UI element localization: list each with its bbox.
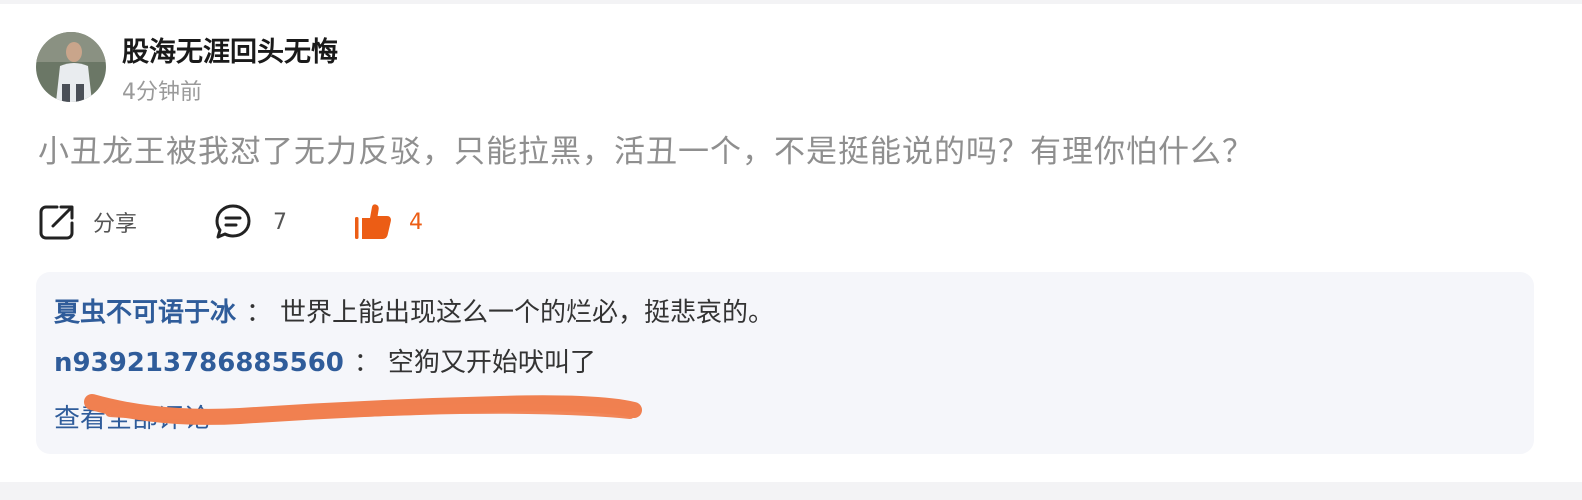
comments-preview: 夏虫不可语于冰：世界上能出现这么一个的烂必，挺悲哀的。 n93921378688… xyxy=(36,272,1534,454)
like-button[interactable]: 4 xyxy=(353,200,423,244)
commenter-name[interactable]: n939213786885560 xyxy=(54,348,344,378)
comment-separator: ： xyxy=(246,298,273,328)
comment-item: 夏虫不可语于冰 ：世界上能出现这么一个的烂必，挺悲哀的。 xyxy=(54,292,774,329)
bottom-divider xyxy=(0,482,1582,500)
thumbs-up-icon xyxy=(353,202,393,242)
comment-bubble-icon xyxy=(213,202,253,242)
comment-separator: ： xyxy=(353,348,380,378)
comment-item: n939213786885560 ：空狗又开始吠叫了 xyxy=(54,342,596,379)
post-timestamp: 4分钟前 xyxy=(122,80,202,105)
commenter-name[interactable]: 夏虫不可语于冰 xyxy=(54,298,236,328)
top-divider xyxy=(0,0,1582,4)
comment-count: 7 xyxy=(273,209,287,235)
avatar[interactable] xyxy=(36,32,106,102)
like-count: 4 xyxy=(409,209,423,235)
post-content: 小丑龙王被我怼了无力反驳，只能拉黑，活丑一个，不是挺能说的吗？有理你怕什么？ xyxy=(38,134,1254,170)
comment-button[interactable]: 7 xyxy=(213,200,287,244)
comment-text: 世界上能出现这么一个的烂必，挺悲哀的。 xyxy=(280,298,775,328)
view-all-comments-link[interactable]: 查看全部评论 xyxy=(54,398,210,435)
share-label: 分享 xyxy=(93,212,138,237)
author-name[interactable]: 股海无涯回头无悔 xyxy=(122,30,338,69)
share-icon xyxy=(37,202,77,242)
comment-text: 空狗又开始吠叫了 xyxy=(387,348,596,378)
share-button[interactable]: 分享 xyxy=(37,200,137,244)
